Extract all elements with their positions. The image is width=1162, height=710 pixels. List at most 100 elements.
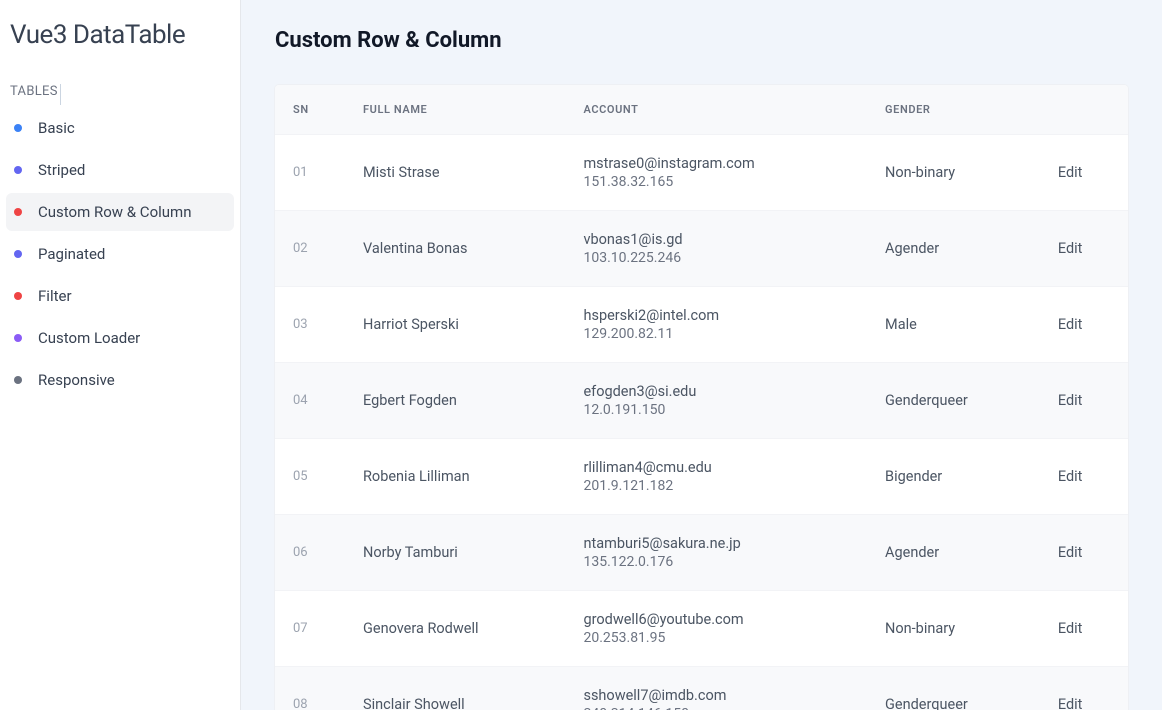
- cell-account: grodwell6@youtube.com20.253.81.95: [565, 591, 867, 667]
- sidebar-item-label: Responsive: [38, 371, 115, 389]
- account-ip: 151.38.32.165: [583, 174, 849, 190]
- brand-title: Vue3 DataTable: [6, 20, 234, 80]
- cell-gender: Agender: [867, 515, 1040, 591]
- cell-actions: Edit: [1040, 287, 1128, 363]
- account-email: rlilliman4@cmu.edu: [583, 459, 849, 476]
- edit-button[interactable]: Edit: [1058, 696, 1083, 710]
- cell-actions: Edit: [1040, 135, 1128, 211]
- bullet-icon: [14, 250, 22, 258]
- column-header: SN: [275, 85, 345, 135]
- cell-gender: Non-binary: [867, 591, 1040, 667]
- main-content: Custom Row & Column SNFULL NAMEACCOUNTGE…: [240, 0, 1162, 710]
- sidebar-item-striped[interactable]: Striped: [6, 151, 234, 189]
- sidebar-item-custom-row-column[interactable]: Custom Row & Column: [6, 193, 234, 231]
- cell-sn: 03: [275, 287, 345, 363]
- edit-button[interactable]: Edit: [1058, 392, 1083, 409]
- edit-button[interactable]: Edit: [1058, 468, 1083, 485]
- edit-button[interactable]: Edit: [1058, 620, 1083, 637]
- data-table: SNFULL NAMEACCOUNTGENDER 01Misti Strase m…: [275, 85, 1128, 710]
- cell-full-name: Sinclair Showell: [345, 667, 565, 710]
- edit-button[interactable]: Edit: [1058, 316, 1083, 333]
- sidebar-item-label: Custom Loader: [38, 329, 140, 347]
- edit-button[interactable]: Edit: [1058, 164, 1083, 181]
- column-header: FULL NAME: [345, 85, 565, 135]
- cell-full-name: Harriot Sperski: [345, 287, 565, 363]
- cell-sn: 02: [275, 211, 345, 287]
- account-email: mstrase0@instagram.com: [583, 155, 849, 172]
- sidebar-item-label: Paginated: [38, 245, 105, 263]
- cell-sn: 04: [275, 363, 345, 439]
- sidebar-item-label: Basic: [38, 119, 75, 137]
- table-body: 01Misti Strase mstrase0@instagram.com 151.…: [275, 135, 1128, 710]
- cell-actions: Edit: [1040, 591, 1128, 667]
- table-row: 01Misti Strase mstrase0@instagram.com 151.…: [275, 135, 1128, 211]
- sidebar-item-custom-loader[interactable]: Custom Loader: [6, 319, 234, 357]
- cell-actions: Edit: [1040, 363, 1128, 439]
- table-row: 07Genovera Rodwellgrodwell6@youtube.com2…: [275, 591, 1128, 667]
- cell-gender: Male: [867, 287, 1040, 363]
- sidebar-nav: Basic Striped Custom Row & Column Paginated…: [6, 109, 234, 399]
- bullet-icon: [14, 334, 22, 342]
- cell-account: sshowell7@imdb.com 240.214.146.150: [565, 667, 867, 710]
- cell-gender: Genderqueer: [867, 363, 1040, 439]
- cell-full-name: Robenia Lilliman: [345, 439, 565, 515]
- cell-gender: Genderqueer: [867, 667, 1040, 710]
- account-ip: 103.10.225.246: [583, 250, 849, 266]
- cell-full-name: Egbert Fogden: [345, 363, 565, 439]
- cell-full-name: Norby Tamburi: [345, 515, 565, 591]
- bullet-icon: [14, 292, 22, 300]
- sidebar-item-responsive[interactable]: Responsive: [6, 361, 234, 399]
- table-row: 08Sinclair Showell sshowell7@imdb.com 240.…: [275, 667, 1128, 710]
- cell-account: hsperski2@intel.com129.200.82.11: [565, 287, 867, 363]
- account-ip: 12.0.191.150: [583, 402, 849, 418]
- table-row: 05Robenia Lilliman rlilliman4@cmu.edu 201.…: [275, 439, 1128, 515]
- cell-sn: 01: [275, 135, 345, 211]
- account-email: sshowell7@imdb.com: [583, 687, 849, 704]
- table-row: 04Egbert Fogden efogden3@si.edu 12.0.191.1…: [275, 363, 1128, 439]
- cell-actions: Edit: [1040, 211, 1128, 287]
- cell-account: efogden3@si.edu 12.0.191.150: [565, 363, 867, 439]
- edit-button[interactable]: Edit: [1058, 544, 1083, 561]
- cell-sn: 06: [275, 515, 345, 591]
- sidebar-item-label: Filter: [38, 287, 72, 305]
- cell-actions: Edit: [1040, 667, 1128, 710]
- bullet-icon: [14, 208, 22, 216]
- cell-full-name: Misti Strase: [345, 135, 565, 211]
- table-header-row: SNFULL NAMEACCOUNTGENDER: [275, 85, 1128, 135]
- account-ip: 135.122.0.176: [583, 554, 849, 570]
- account-email: efogden3@si.edu: [583, 383, 849, 400]
- cell-actions: Edit: [1040, 439, 1128, 515]
- cell-full-name: Valentina Bonas: [345, 211, 565, 287]
- account-ip: 240.214.146.150: [583, 706, 849, 710]
- sidebar-item-label: Striped: [38, 161, 85, 179]
- account-ip: 201.9.121.182: [583, 478, 849, 494]
- cell-account: vbonas1@is.gd 103.10.225.246: [565, 211, 867, 287]
- edit-button[interactable]: Edit: [1058, 240, 1083, 257]
- cell-actions: Edit: [1040, 515, 1128, 591]
- table-row: 03Harriot Sperskihsperski2@intel.com129.…: [275, 287, 1128, 363]
- sidebar: Vue3 DataTable TABLES Basic Striped Custom…: [0, 0, 240, 710]
- cell-full-name: Genovera Rodwell: [345, 591, 565, 667]
- page-title: Custom Row & Column: [275, 28, 1128, 53]
- sidebar-item-basic[interactable]: Basic: [6, 109, 234, 147]
- column-header: GENDER: [867, 85, 1040, 135]
- table-row: 06Norby Tamburi ntamburi5@sakura.ne.jp 135…: [275, 515, 1128, 591]
- bullet-icon: [14, 124, 22, 132]
- account-email: hsperski2@intel.com: [583, 307, 849, 324]
- account-email: ntamburi5@sakura.ne.jp: [583, 535, 849, 552]
- sidebar-section-label: TABLES: [6, 84, 61, 105]
- table-row: 02Valentina Bonas vbonas1@is.gd 103.10.225…: [275, 211, 1128, 287]
- account-email: vbonas1@is.gd: [583, 231, 849, 248]
- cell-sn: 05: [275, 439, 345, 515]
- sidebar-item-paginated[interactable]: Paginated: [6, 235, 234, 273]
- bullet-icon: [14, 166, 22, 174]
- cell-sn: 07: [275, 591, 345, 667]
- cell-account: rlilliman4@cmu.edu 201.9.121.182: [565, 439, 867, 515]
- cell-sn: 08: [275, 667, 345, 710]
- sidebar-item-filter[interactable]: Filter: [6, 277, 234, 315]
- account-ip: 20.253.81.95: [583, 630, 849, 646]
- cell-account: ntamburi5@sakura.ne.jp 135.122.0.176: [565, 515, 867, 591]
- column-header: ACCOUNT: [565, 85, 867, 135]
- bullet-icon: [14, 376, 22, 384]
- cell-gender: Bigender: [867, 439, 1040, 515]
